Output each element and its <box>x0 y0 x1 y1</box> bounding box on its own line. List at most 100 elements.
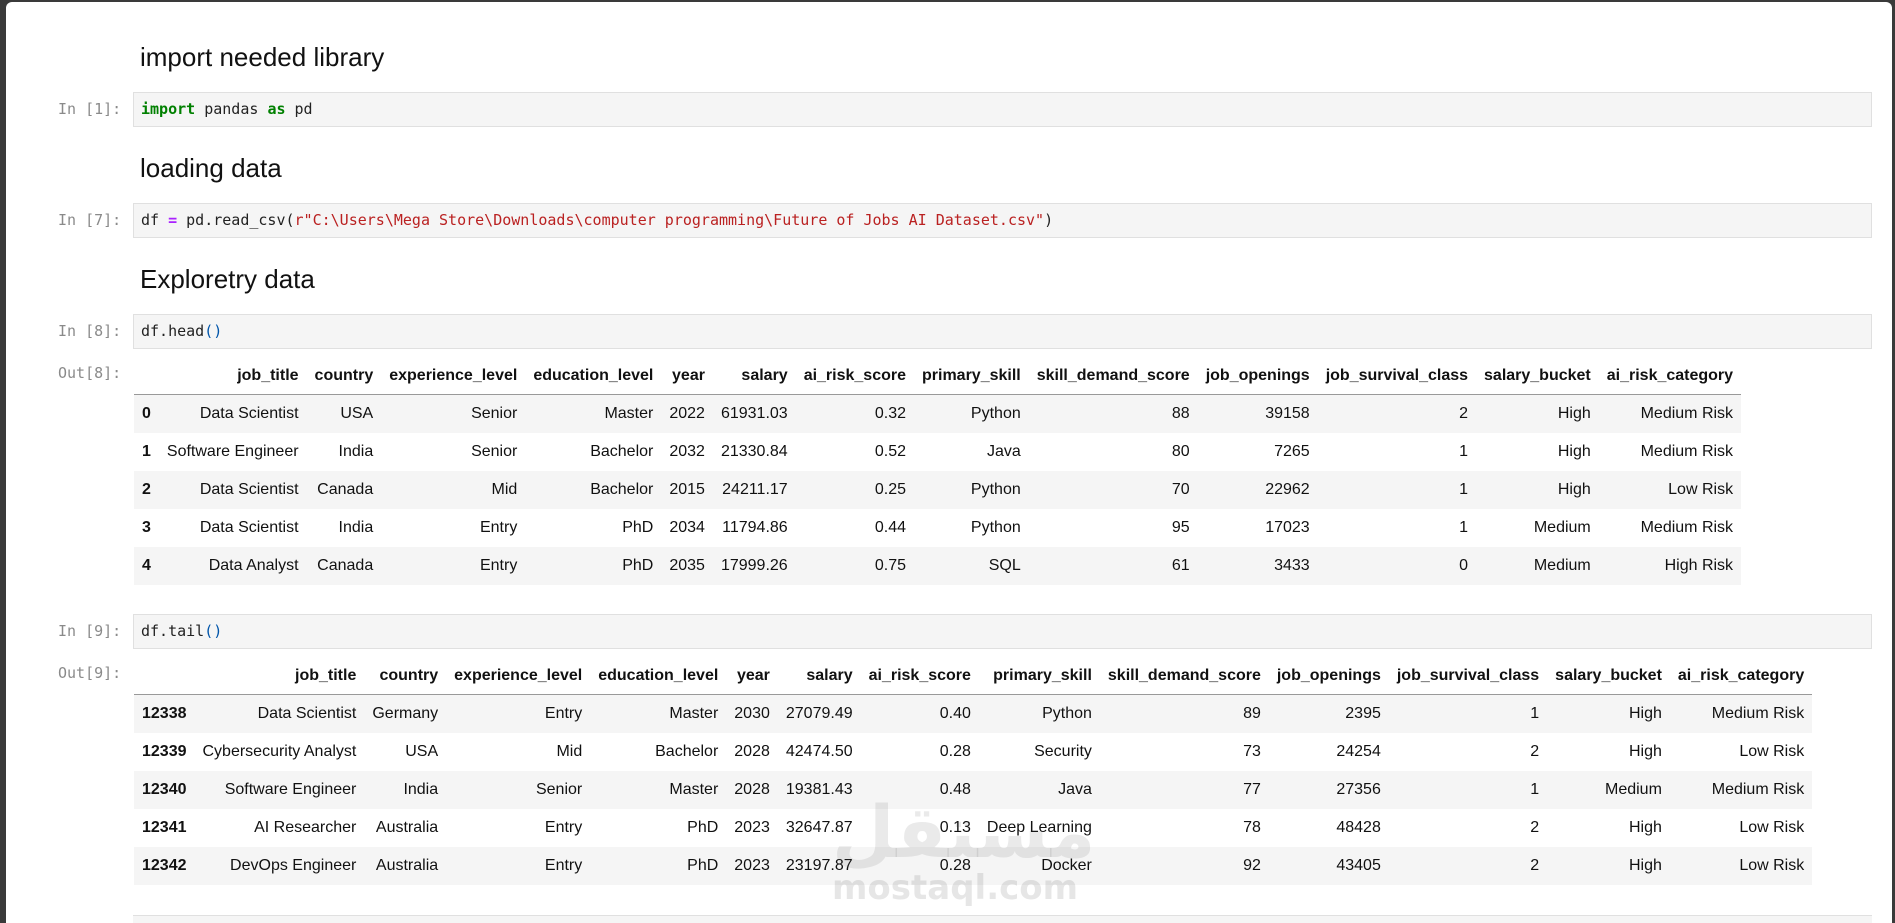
table-row: 2 Data Scientist Canada Mid Bachelor 2015 2421… <box>134 470 1742 509</box>
column-header: job_title <box>158 358 307 395</box>
table-cell: Medium <box>1533 518 1591 536</box>
table-cell: India <box>338 518 374 536</box>
table-cell: High <box>1629 818 1662 836</box>
tail-dataframe-table: job_title country experience_level educatio… <box>134 658 1813 885</box>
column-header: ai_risk_score <box>795 358 914 395</box>
row-index: 12342 <box>142 856 187 874</box>
table-cell: 0.75 <box>874 556 906 574</box>
table-cell: High <box>1557 442 1591 460</box>
table-cell: PhD <box>622 556 654 574</box>
table-row: 4 Data Analyst Canada Entry PhD 2035 17999.26 0… <box>134 546 1742 585</box>
table-cell: 32647.87 <box>785 818 853 836</box>
table-header-row: job_title country experience_level educatio… <box>134 358 1742 395</box>
table-cell: Master <box>669 780 719 798</box>
table-cell: Senior <box>471 404 518 422</box>
table-cell: 2030 <box>734 704 770 722</box>
table-cell: PhD <box>622 518 654 536</box>
code-cell-import[interactable]: import pandas as pd <box>133 92 1872 127</box>
table-cell: 80 <box>1171 442 1190 460</box>
column-header: salary_bucket <box>1476 358 1599 395</box>
table-cell: Medium <box>1605 780 1662 798</box>
table-cell: 77 <box>1243 780 1261 798</box>
table-cell: Medium <box>1533 556 1591 574</box>
input-prompt-1: In [1]: <box>58 100 122 118</box>
table-cell: 0.28 <box>939 742 971 760</box>
column-header: country <box>364 658 447 695</box>
table-cell: High <box>1629 742 1662 760</box>
table-cell: 1 <box>1530 704 1540 722</box>
table-cell: DevOps Engineer <box>230 856 357 874</box>
table-cell: Entry <box>544 818 583 836</box>
table-cell: 1 <box>1459 480 1469 498</box>
table-cell: Mid <box>491 480 518 498</box>
table-row: 12342 DevOps Engineer Australia Entry PhD 202… <box>134 846 1813 885</box>
table-cell: 0.28 <box>939 856 971 874</box>
column-header: year <box>661 358 713 395</box>
table-row: 12338 Data Scientist Germany Entry Master 203… <box>134 694 1813 733</box>
table-cell: High <box>1557 480 1591 498</box>
table-cell: Security <box>1034 742 1092 760</box>
table-cell: 2 <box>1459 404 1469 422</box>
table-cell: Master <box>604 404 654 422</box>
output-prompt-9: Out[9]: <box>58 664 122 682</box>
table-cell: Medium Risk <box>1640 442 1734 460</box>
table-cell: Data Scientist <box>257 704 357 722</box>
table-header-row: job_title country experience_level educatio… <box>134 658 1813 695</box>
table-cell: India <box>403 780 439 798</box>
table-cell: 61 <box>1171 556 1190 574</box>
table-cell: PhD <box>687 818 719 836</box>
markdown-heading-import: import needed library <box>140 42 385 72</box>
table-cell: Software Engineer <box>224 780 357 798</box>
table-cell: 43405 <box>1336 856 1381 874</box>
table-cell: Bachelor <box>655 742 719 760</box>
column-header: ai_risk_category <box>1598 358 1742 395</box>
table-cell: 39158 <box>1265 404 1310 422</box>
table-cell: Data Scientist <box>199 404 299 422</box>
table-cell: 95 <box>1171 518 1190 536</box>
input-prompt-7: In [7]: <box>58 211 122 229</box>
next-code-cell[interactable] <box>133 915 1872 923</box>
table-cell: Data Scientist <box>199 480 299 498</box>
table-cell: 2 <box>1530 856 1540 874</box>
code-cell-head[interactable]: df.head() <box>133 314 1872 349</box>
column-header: salary <box>777 658 861 695</box>
code-text: pandas <box>195 100 268 118</box>
notebook-page: import needed library In [1]: import pan… <box>6 2 1892 923</box>
table-cell: 2028 <box>734 780 770 798</box>
table-cell: Data Analyst <box>208 556 299 574</box>
table-cell: 27079.49 <box>785 704 853 722</box>
column-header: job_openings <box>1268 658 1389 695</box>
table-cell: 7265 <box>1274 442 1310 460</box>
column-header: primary_skill <box>978 658 1100 695</box>
table-cell: High Risk <box>1664 556 1734 574</box>
table-cell: 0.44 <box>874 518 906 536</box>
table-cell: Java <box>986 442 1021 460</box>
table-cell: Data Scientist <box>199 518 299 536</box>
table-cell: 2022 <box>669 404 705 422</box>
table-cell: 3433 <box>1274 556 1310 574</box>
table-cell: Medium Risk <box>1640 518 1734 536</box>
table-cell: Mid <box>556 742 583 760</box>
table-cell: Canada <box>317 556 374 574</box>
table-cell: 0.25 <box>874 480 906 498</box>
code-cell-read-csv[interactable]: df = pd.read_csv(r"C:\Users\Mega Store\D… <box>133 203 1872 238</box>
table-cell: 0.13 <box>939 818 971 836</box>
row-index: 12338 <box>142 704 187 722</box>
table-cell: Australia <box>375 818 439 836</box>
index-header <box>134 358 159 395</box>
table-cell: Python <box>970 404 1021 422</box>
table-cell: 48428 <box>1336 818 1381 836</box>
table-cell: 21330.84 <box>720 442 788 460</box>
code-cell-tail[interactable]: df.tail() <box>133 614 1872 649</box>
column-header: experience_level <box>381 358 526 395</box>
table-cell: 2 <box>1530 742 1540 760</box>
code-paren: () <box>204 322 223 340</box>
column-header: job_survival_class <box>1388 658 1548 695</box>
table-row: 1 Software Engineer India Senior Bachelor 203… <box>134 433 1741 471</box>
table-cell: 27356 <box>1336 780 1381 798</box>
table-cell: 78 <box>1243 818 1261 836</box>
table-cell: USA <box>405 742 439 760</box>
table-cell: Medium Risk <box>1640 404 1734 422</box>
code-text: df <box>141 211 169 229</box>
table-cell: 1 <box>1459 518 1469 536</box>
